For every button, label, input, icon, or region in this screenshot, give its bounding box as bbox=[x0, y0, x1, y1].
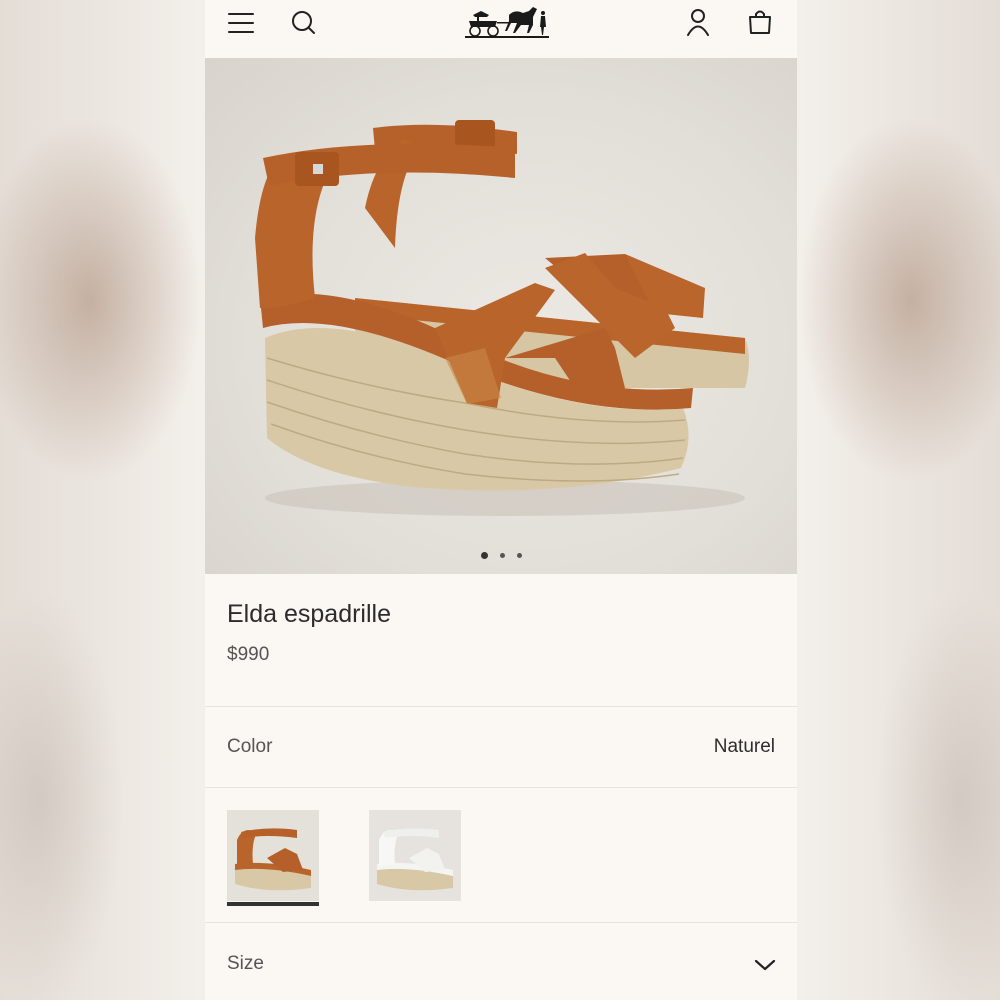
color-label: Color bbox=[227, 736, 273, 757]
swatch-thumbnail bbox=[377, 828, 453, 891]
divider bbox=[205, 787, 797, 788]
carousel-dot[interactable] bbox=[499, 553, 505, 558]
top-bar bbox=[205, 0, 797, 58]
product-title: Elda espadrille bbox=[227, 600, 391, 628]
product-photo bbox=[255, 120, 749, 516]
hamburger-menu-icon[interactable] bbox=[225, 8, 257, 38]
divider bbox=[205, 706, 797, 707]
size-label: Size bbox=[227, 953, 264, 974]
carousel-dot[interactable] bbox=[516, 553, 522, 558]
color-swatch-naturel[interactable] bbox=[227, 810, 319, 901]
product-price: $990 bbox=[227, 644, 270, 665]
carousel-dot[interactable] bbox=[480, 552, 488, 559]
shopping-bag-icon[interactable] bbox=[745, 6, 775, 38]
swatch-thumbnail bbox=[235, 828, 311, 891]
color-swatch-white[interactable] bbox=[369, 810, 461, 901]
search-icon[interactable] bbox=[289, 8, 319, 38]
carousel-dots bbox=[205, 552, 797, 559]
mobile-screen: Elda espadrille $990 Color Naturel Size bbox=[205, 0, 797, 1000]
chevron-down-icon[interactable] bbox=[750, 953, 780, 977]
selected-color-value: Naturel bbox=[713, 736, 775, 757]
divider bbox=[205, 922, 797, 923]
user-icon[interactable] bbox=[683, 6, 713, 38]
selected-swatch-indicator bbox=[227, 902, 319, 906]
product-image-carousel[interactable] bbox=[205, 58, 797, 574]
horse-carriage-logo[interactable] bbox=[463, 2, 551, 42]
